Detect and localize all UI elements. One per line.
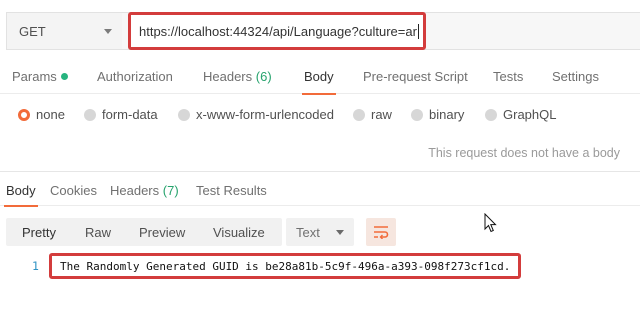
tab-body-label: Body	[304, 69, 334, 84]
request-tabs: Params Authorization Headers (6) Body Pr…	[0, 62, 640, 95]
view-preview-button[interactable]: Preview	[139, 225, 185, 240]
tab-settings-label: Settings	[552, 69, 599, 84]
radio-icon	[411, 108, 423, 121]
radio-graphql[interactable]: GraphQL	[485, 107, 556, 122]
url-text: https://localhost:44324/api/Language?cul…	[139, 23, 417, 39]
radio-x-www-form-urlencoded-label: x-www-form-urlencoded	[196, 107, 334, 122]
response-tab-cookies[interactable]: Cookies	[50, 183, 97, 198]
response-tab-headers-label: Headers	[110, 183, 160, 198]
response-tabs: Body Cookies Headers (7) Test Results	[0, 176, 640, 207]
radio-graphql-label: GraphQL	[503, 107, 557, 122]
radio-icon	[485, 108, 497, 121]
view-pretty-button[interactable]: Pretty	[22, 225, 56, 240]
response-body-line: 1 The Randomly Generated GUID is be28a81…	[0, 253, 640, 279]
method-label: GET	[19, 23, 46, 39]
tab-tests[interactable]: Tests	[493, 69, 523, 84]
mouse-pointer-icon	[484, 212, 498, 236]
body-type-radios: none form-data x-www-form-urlencoded raw…	[0, 104, 640, 126]
tab-params-label: Params	[12, 69, 57, 84]
radio-x-www-form-urlencoded[interactable]: x-www-form-urlencoded	[178, 107, 334, 122]
wrap-lines-button[interactable]	[366, 218, 396, 246]
response-text[interactable]: The Randomly Generated GUID is be28a81b-…	[49, 253, 521, 279]
response-tab-headers[interactable]: Headers (7)	[110, 183, 179, 198]
response-tab-body-label: Body	[6, 183, 36, 198]
radio-form-data-label: form-data	[102, 107, 158, 122]
tab-headers-label: Headers	[203, 69, 253, 84]
format-select[interactable]: Text	[286, 218, 354, 246]
tab-pre-request-script-label: Pre-request Script	[363, 69, 468, 84]
no-body-message: This request does not have a body	[428, 146, 620, 160]
response-tab-body[interactable]: Body	[4, 183, 38, 207]
tab-authorization-label: Authorization	[97, 69, 173, 84]
view-mode-bar: Pretty Raw Preview Visualize	[6, 218, 282, 246]
url-input[interactable]: https://localhost:44324/api/Language?cul…	[128, 12, 426, 50]
radio-icon	[84, 108, 96, 121]
tab-headers[interactable]: Headers (6)	[203, 69, 272, 84]
tab-authorization[interactable]: Authorization	[97, 69, 173, 84]
response-tab-cookies-label: Cookies	[50, 183, 97, 198]
radio-form-data[interactable]: form-data	[84, 107, 158, 122]
tab-body[interactable]: Body	[302, 69, 336, 95]
tab-tests-label: Tests	[493, 69, 524, 84]
radio-binary-label: binary	[429, 107, 465, 122]
divider	[0, 171, 640, 172]
response-tab-test-results-label: Test Results	[196, 183, 267, 198]
radio-binary[interactable]: binary	[411, 107, 464, 122]
radio-none-label: none	[36, 107, 65, 122]
radio-selected-icon	[18, 108, 30, 121]
radio-icon	[353, 108, 365, 121]
tab-settings[interactable]: Settings	[552, 69, 599, 84]
view-visualize-button[interactable]: Visualize	[213, 225, 265, 240]
method-select[interactable]: GET	[6, 12, 122, 50]
radio-icon	[178, 108, 190, 121]
radio-none[interactable]: none	[18, 107, 65, 122]
view-raw-button[interactable]: Raw	[85, 225, 111, 240]
chevron-down-icon	[104, 28, 112, 34]
chevron-down-icon	[336, 229, 344, 235]
radio-raw[interactable]: raw	[353, 107, 392, 122]
line-number: 1	[32, 259, 39, 273]
radio-raw-label: raw	[371, 107, 392, 122]
tab-params[interactable]: Params	[12, 69, 68, 84]
tab-pre-request-script[interactable]: Pre-request Script	[363, 69, 468, 84]
wrap-lines-icon	[374, 226, 389, 239]
text-caret	[417, 23, 419, 39]
response-tab-headers-count: (7)	[162, 183, 179, 198]
params-indicator-dot	[60, 73, 68, 80]
tab-headers-count: (6)	[255, 69, 272, 84]
response-tab-test-results[interactable]: Test Results	[196, 183, 267, 198]
request-bar: GET https://localhost:44324/api/Language…	[6, 12, 640, 50]
format-label: Text	[296, 224, 320, 240]
